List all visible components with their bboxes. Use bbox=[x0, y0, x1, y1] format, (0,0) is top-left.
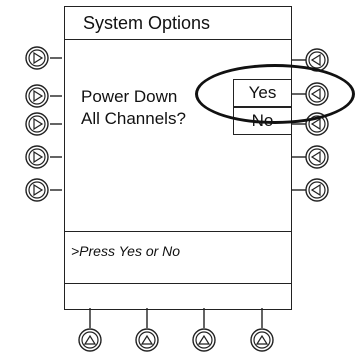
no-option[interactable]: No bbox=[233, 107, 291, 135]
screen-title: System Options bbox=[83, 13, 211, 33]
prompt-line-2: All Channels? bbox=[81, 109, 186, 128]
left-soft-key-3[interactable] bbox=[24, 112, 62, 136]
left-soft-key-2[interactable] bbox=[24, 84, 62, 108]
right-soft-key-1[interactable] bbox=[292, 48, 330, 72]
status-divider-top bbox=[65, 231, 291, 232]
prompt-line-1: Power Down bbox=[81, 87, 178, 106]
right-soft-key-4[interactable] bbox=[292, 145, 330, 169]
status-divider-bottom bbox=[65, 283, 291, 284]
left-soft-key-1[interactable] bbox=[24, 46, 62, 70]
left-soft-key-5[interactable] bbox=[24, 178, 62, 202]
bottom-soft-key-4[interactable] bbox=[250, 308, 274, 352]
right-soft-key-5[interactable] bbox=[292, 178, 330, 202]
yes-option[interactable]: Yes bbox=[233, 79, 291, 107]
device-display: System Options Power Down All Channels? … bbox=[64, 6, 292, 310]
right-soft-key-3[interactable] bbox=[292, 112, 330, 136]
status-message: >Press Yes or No bbox=[71, 243, 181, 259]
right-soft-key-2[interactable] bbox=[292, 82, 330, 106]
left-soft-key-4[interactable] bbox=[24, 145, 62, 169]
bottom-soft-key-3[interactable] bbox=[192, 308, 216, 352]
title-divider bbox=[65, 39, 291, 40]
bottom-soft-key-1[interactable] bbox=[78, 308, 102, 352]
bottom-soft-key-2[interactable] bbox=[135, 308, 159, 352]
